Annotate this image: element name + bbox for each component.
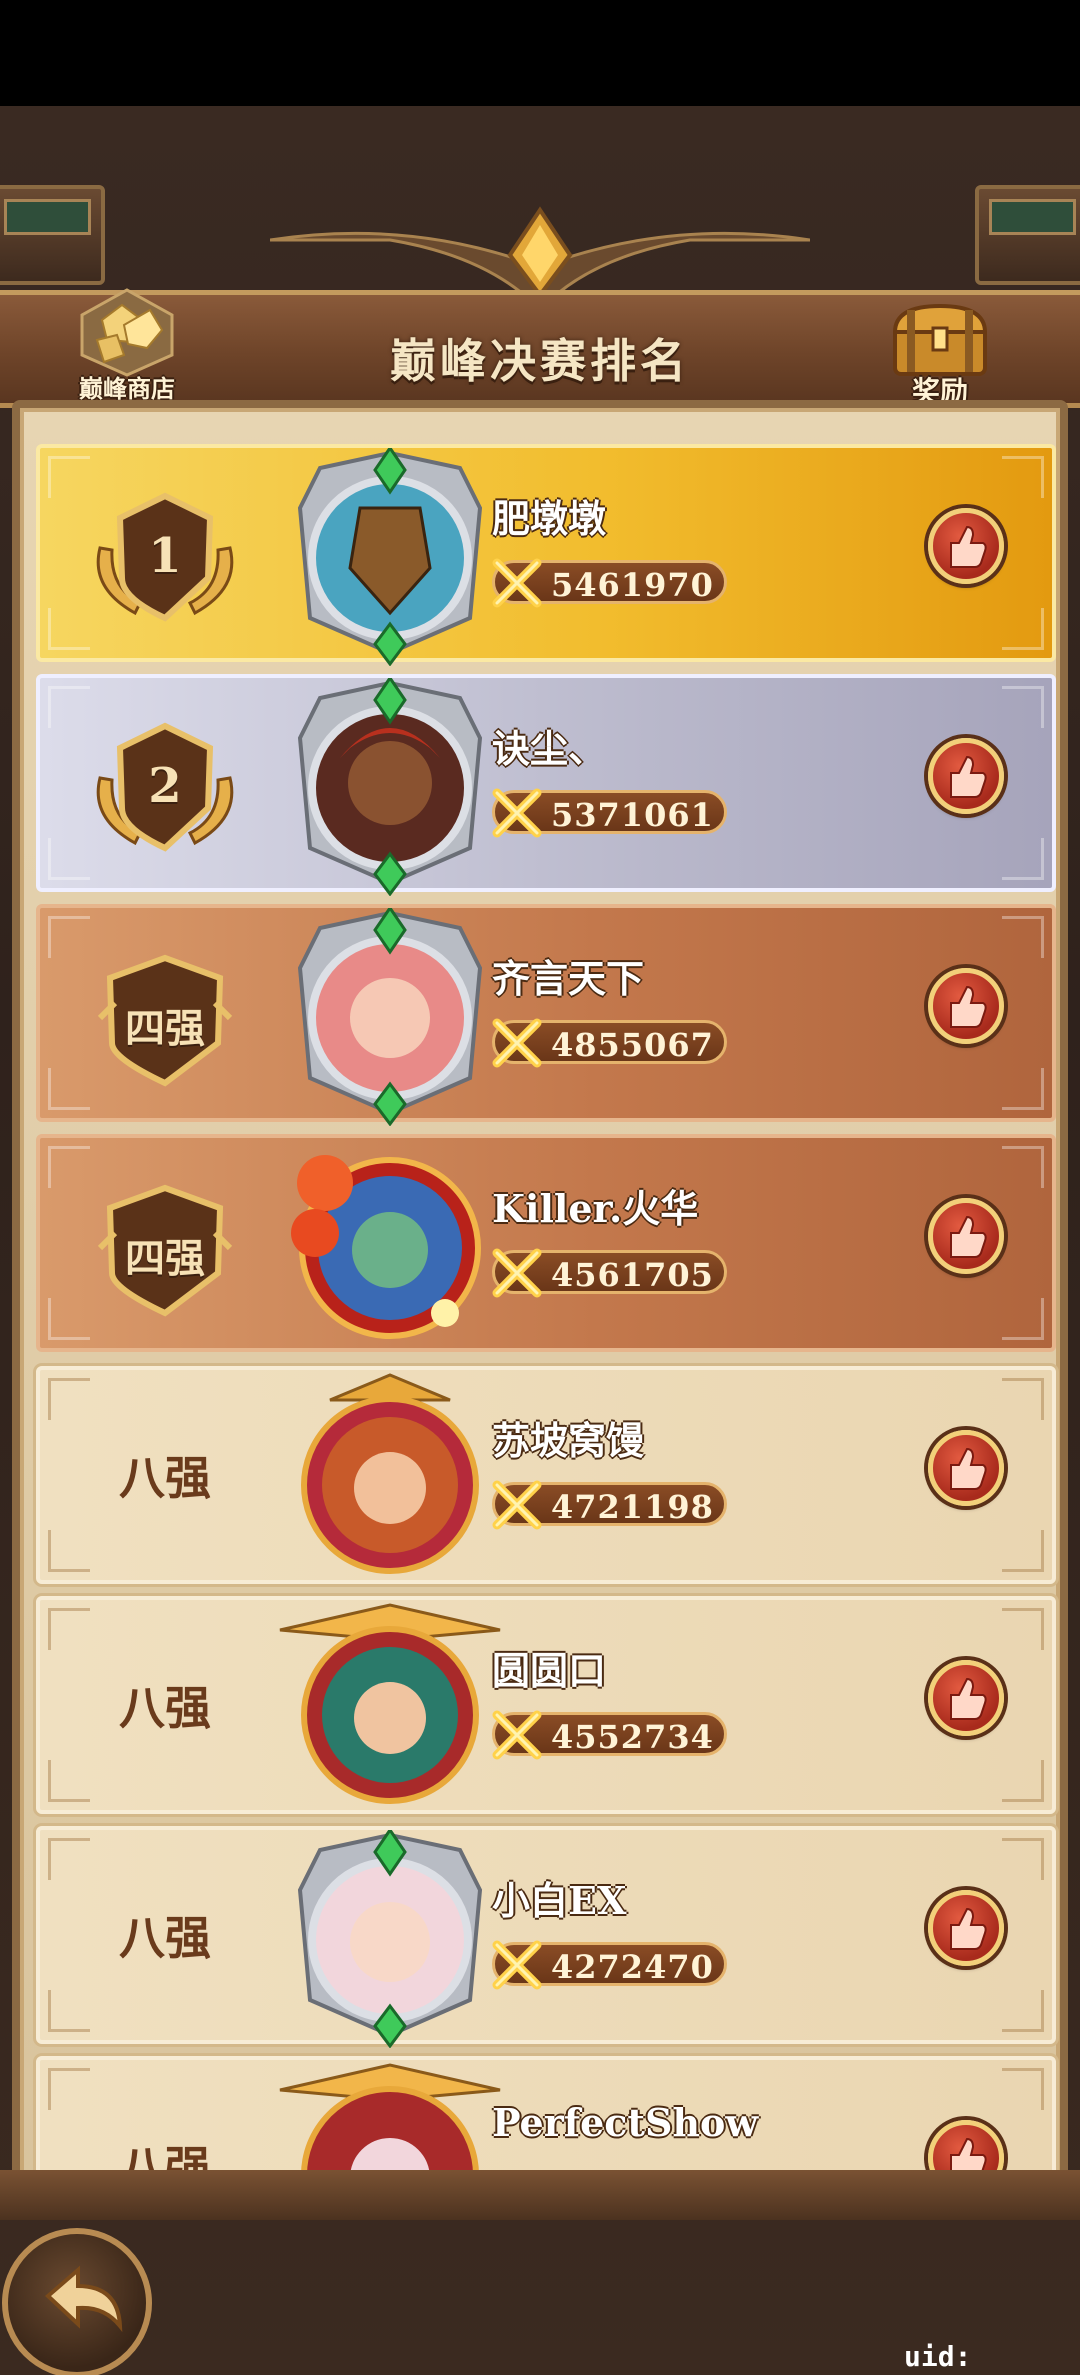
- power-value: 5461970: [551, 566, 714, 604]
- ranking-row: 四强 齐言天下 4855067: [36, 904, 1056, 1126]
- rank-label: 1: [148, 528, 182, 584]
- player-name: 齐言天下: [492, 956, 645, 1001]
- player-name: Killer.火华: [492, 1186, 699, 1231]
- rank-label: 四强: [125, 1235, 205, 1282]
- crossed-swords-icon: [492, 1248, 542, 1298]
- power-value: 4272470: [551, 1948, 714, 1986]
- power-badge: 5371061: [492, 788, 727, 838]
- thumbs-up-icon: [950, 1677, 987, 1720]
- player-name: 诀尘、: [492, 726, 607, 771]
- rank-label: 2: [148, 758, 182, 814]
- reward-button[interactable]: 奖励: [885, 300, 995, 410]
- player-avatar[interactable]: [270, 1138, 510, 1356]
- thumbs-up-icon: [950, 1447, 987, 1490]
- ranking-row: 八强 苏坡窝馒 4721198: [36, 1366, 1056, 1584]
- power-value: 4855067: [551, 1026, 714, 1064]
- right-pillar-decoration: [975, 185, 1080, 285]
- power-badge: 4272470: [492, 1940, 727, 1990]
- like-button[interactable]: [928, 738, 1004, 814]
- like-button[interactable]: [928, 968, 1004, 1044]
- player-name: PerfectShow: [492, 2100, 759, 2145]
- gold-nuggets-icon: [80, 288, 174, 377]
- crossed-swords-icon: [492, 1480, 542, 1530]
- panel-bottom-frame: [0, 2170, 1080, 2220]
- rank-badge: 2: [80, 718, 250, 858]
- game-screen: 巅峰决赛排名 巅峰商店 奖励 1 肥墩墩 5461970 2 诀尘、 53710…: [0, 0, 1080, 2375]
- crossed-swords-icon: [492, 788, 542, 838]
- ranking-row: 八强 小白EX 4272470: [36, 1826, 1056, 2048]
- rank-label: 八强: [119, 1681, 211, 1735]
- back-arrow-icon: [45, 2265, 123, 2333]
- power-badge: 4552734: [492, 1710, 727, 1760]
- ranking-row: 四强 Killer.火华 4561705: [36, 1134, 1056, 1352]
- player-avatar[interactable]: [270, 908, 510, 1126]
- thumbs-up-icon: [950, 755, 987, 798]
- user-id: uid: 836514: [904, 2340, 1005, 2375]
- like-button[interactable]: [928, 1660, 1004, 1736]
- power-badge: 5461970: [492, 558, 727, 608]
- like-button[interactable]: [928, 1430, 1004, 1506]
- rank-label: 八强: [119, 1911, 211, 1965]
- player-name: 肥墩墩: [492, 496, 607, 541]
- thumbs-up-icon: [950, 1215, 987, 1258]
- player-avatar[interactable]: [270, 1600, 510, 1818]
- status-bar: [0, 0, 1080, 106]
- power-badge: 4561705: [492, 1248, 727, 1298]
- power-badge: 4855067: [492, 1018, 727, 1068]
- crossed-swords-icon: [492, 558, 542, 608]
- rank-badge: 四强: [80, 1178, 250, 1318]
- crossed-swords-icon: [492, 1018, 542, 1068]
- player-avatar[interactable]: [270, 1370, 510, 1588]
- rank-label: 四强: [125, 1005, 205, 1052]
- left-pillar-decoration: [0, 185, 105, 285]
- ranking-panel: 1 肥墩墩 5461970 2 诀尘、 5371061 四强 齐言天下 4855…: [12, 400, 1068, 2190]
- treasure-chest-icon: [892, 303, 988, 376]
- player-avatar[interactable]: [270, 678, 510, 896]
- ranking-row: 1 肥墩墩 5461970: [36, 444, 1056, 666]
- power-value: 4561705: [551, 1256, 714, 1294]
- power-badge: 4721198: [492, 1480, 727, 1530]
- like-button[interactable]: [928, 508, 1004, 584]
- thumbs-up-icon: [950, 1907, 987, 1950]
- power-value: 4721198: [551, 1488, 714, 1526]
- player-avatar[interactable]: [270, 1830, 510, 2048]
- rank-badge: 四强: [80, 948, 250, 1088]
- like-button[interactable]: [928, 1198, 1004, 1274]
- player-name: 圆圆口: [492, 1648, 607, 1693]
- thumbs-up-icon: [950, 985, 987, 1028]
- back-button[interactable]: [2, 2228, 152, 2375]
- like-button[interactable]: [928, 1890, 1004, 1966]
- thumbs-up-icon: [950, 525, 987, 568]
- rank-badge: 1: [80, 488, 250, 628]
- power-value: 5371061: [551, 796, 714, 834]
- peak-shop-label: 巅峰商店: [79, 374, 175, 403]
- player-avatar[interactable]: [270, 448, 510, 666]
- power-value: 4552734: [551, 1718, 714, 1756]
- rank-label: 八强: [119, 1451, 211, 1505]
- player-name: 苏坡窝馒: [492, 1418, 645, 1463]
- peak-shop-button[interactable]: 巅峰商店: [62, 280, 192, 410]
- player-name: 小白EX: [492, 1878, 627, 1923]
- ranking-row: 八强 圆圆口 4552734: [36, 1596, 1056, 1814]
- crossed-swords-icon: [492, 1940, 542, 1990]
- crossed-swords-icon: [492, 1710, 542, 1760]
- ranking-row: 2 诀尘、 5371061: [36, 674, 1056, 896]
